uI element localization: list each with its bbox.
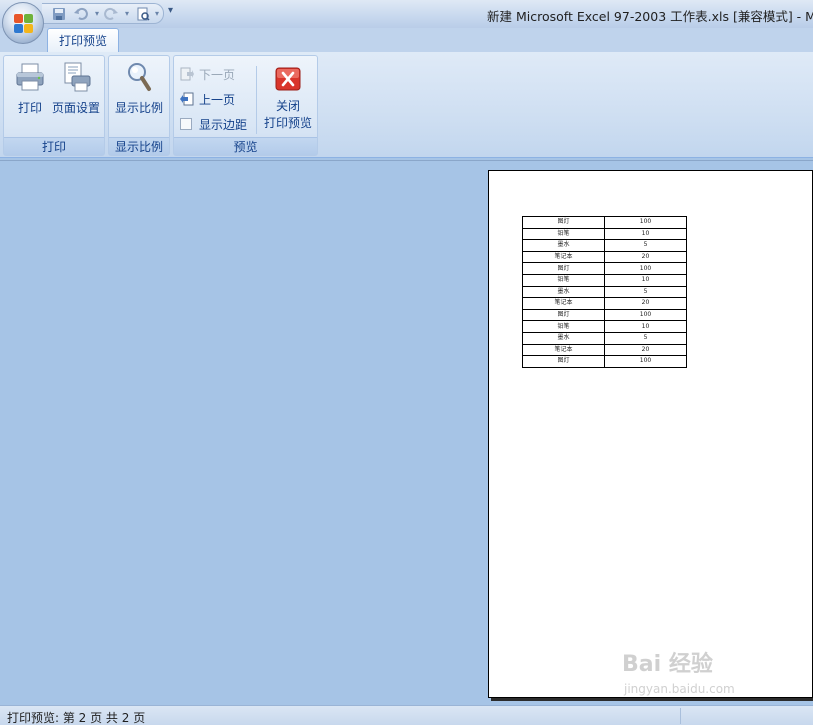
preview-group-separator <box>256 66 257 134</box>
print-button[interactable]: 打印 <box>4 58 56 120</box>
qat-dropdown-icon[interactable]: ▾ <box>150 7 164 21</box>
item-cell: 墨水 <box>522 239 605 252</box>
preview-group-label: 预览 <box>174 137 317 155</box>
quantity-cell: 100 <box>604 308 687 322</box>
zoom-button[interactable]: 显示比例 <box>113 58 165 120</box>
status-divider <box>680 708 681 724</box>
printer-icon <box>16 63 44 91</box>
window-title: 新建 Microsoft Excel 97-2003 工作表.xls [兼容模式… <box>487 9 813 24</box>
print-group: 打印 页面设置 打印 <box>3 55 105 156</box>
table-row: 铅笔 10 <box>522 273 687 287</box>
redo-icon[interactable] <box>104 7 118 21</box>
item-cell: 墨水 <box>522 285 605 299</box>
quantity-cell: 5 <box>604 239 687 252</box>
page-setup-button[interactable]: 页面设置 <box>50 58 102 120</box>
table-row: 墨水 5 <box>522 239 687 252</box>
quantity-cell: 100 <box>604 262 687 275</box>
preview-sheet-table: 图灯 100 铅笔 10 墨水 5 笔记本 20 图灯 100 铅笔 10 墨水 5 笔记本 20 图灯 100 铅… <box>522 216 687 368</box>
item-cell: 图灯 <box>522 308 605 322</box>
item-cell: 铅笔 <box>522 273 605 287</box>
table-row: 图灯 100 <box>522 308 687 322</box>
table-row: 笔记本 20 <box>522 250 687 264</box>
page-setup-label: 页面设置 <box>51 101 100 115</box>
magnifier-icon <box>128 63 151 91</box>
zoom-label: 显示比例 <box>114 101 163 115</box>
undo-dropdown-icon[interactable]: ▾ <box>90 7 104 21</box>
table-row: 图灯 100 <box>522 262 687 275</box>
item-cell: 图灯 <box>522 262 605 275</box>
item-cell: 笔记本 <box>522 250 605 264</box>
table-row: 铅笔 10 <box>522 320 687 333</box>
quick-access-toolbar: ▾ ▾ ▾ <box>42 3 164 24</box>
item-cell: 铅笔 <box>522 227 605 241</box>
status-text: 打印预览: 第 2 页 共 2 页 <box>7 711 146 725</box>
table-row: 笔记本 20 <box>522 297 687 310</box>
next-page-icon <box>180 67 194 81</box>
close-label-line2: 打印预览 <box>263 116 312 130</box>
print-group-label: 打印 <box>4 137 104 155</box>
baidu-jingyan-watermark: Bai 经验 jingyan.baidu.com <box>622 640 782 702</box>
quantity-cell: 10 <box>604 227 687 241</box>
office-logo-icon <box>14 14 34 34</box>
page-setup-icon <box>64 62 91 92</box>
quantity-cell: 10 <box>604 273 687 287</box>
table-row: 铅笔 10 <box>522 227 687 241</box>
table-row: 笔记本 20 <box>522 343 687 357</box>
close-icon <box>275 67 301 91</box>
item-cell: 笔记本 <box>522 297 605 310</box>
quantity-cell: 10 <box>604 320 687 333</box>
title-bar: ▾ ▾ ▾ ▾ 新建 Microsoft Excel 97-2003 工作表.x… <box>0 0 813 28</box>
print-label: 打印 <box>17 101 42 115</box>
save-icon[interactable] <box>52 7 66 21</box>
quantity-cell: 100 <box>604 355 687 368</box>
table-row: 图灯 100 <box>522 355 687 368</box>
table-row: 图灯 100 <box>522 216 687 229</box>
watermark-url: jingyan.baidu.com <box>624 682 735 696</box>
quantity-cell: 5 <box>604 285 687 299</box>
item-cell: 笔记本 <box>522 343 605 357</box>
item-cell: 图灯 <box>522 355 605 368</box>
preview-workspace[interactable]: 图灯 100 铅笔 10 墨水 5 笔记本 20 图灯 100 铅笔 10 墨水 5 笔记本 20 图灯 100 铅… <box>0 160 813 703</box>
previous-page-icon <box>180 92 194 106</box>
office-button[interactable] <box>2 2 44 44</box>
customize-qat-icon[interactable]: ▾ <box>168 5 173 16</box>
item-cell: 铅笔 <box>522 320 605 333</box>
print-preview-icon[interactable] <box>136 7 150 21</box>
watermark-main-text: Bai 经验 <box>622 652 713 677</box>
preview-group: 下一页 上一页 显示边距 关闭 打印预览 预览 <box>173 55 318 156</box>
undo-icon[interactable] <box>74 7 88 21</box>
table-row: 墨水 5 <box>522 331 687 345</box>
quantity-cell: 5 <box>604 331 687 345</box>
item-cell: 墨水 <box>522 331 605 345</box>
quantity-cell: 20 <box>604 250 687 264</box>
redo-dropdown-icon[interactable]: ▾ <box>120 7 134 21</box>
ribbon: 打印 页面设置 打印 显示比例 显示比例 下一页 上一页 显示边距 关闭 打印预… <box>0 52 813 158</box>
zoom-group-label: 显示比例 <box>109 137 169 155</box>
close-label-line1: 关闭 <box>275 99 300 113</box>
close-print-preview-button[interactable]: 关闭 打印预览 <box>262 58 314 130</box>
item-cell: 图灯 <box>522 216 605 229</box>
table-row: 墨水 5 <box>522 285 687 299</box>
preview-page[interactable]: 图灯 100 铅笔 10 墨水 5 笔记本 20 图灯 100 铅笔 10 墨水 5 笔记本 20 图灯 100 铅… <box>488 170 813 698</box>
quantity-cell: 100 <box>604 216 687 229</box>
ribbon-tab-row: 打印预览 <box>0 28 813 53</box>
quantity-cell: 20 <box>604 343 687 357</box>
status-bar: 打印预览: 第 2 页 共 2 页 <box>0 705 813 725</box>
checkbox-icon[interactable] <box>180 118 192 130</box>
zoom-group: 显示比例 显示比例 <box>108 55 170 156</box>
quantity-cell: 20 <box>604 297 687 310</box>
tab-print-preview[interactable]: 打印预览 <box>47 28 119 53</box>
